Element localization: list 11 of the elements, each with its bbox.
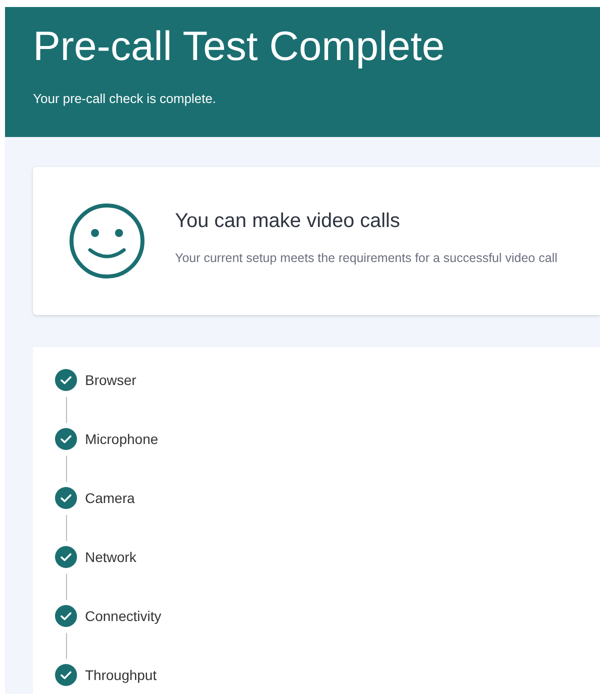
result-message: Your current setup meets the requirements for a successful video call [175,250,558,264]
smiley-face-icon [69,203,145,279]
page-title: Pre-call Test Complete [33,22,446,71]
step-label: Microphone [85,431,158,447]
page-subtitle: Your pre-call check is complete. [33,91,216,106]
step-label: Camera [85,490,135,506]
step-label: Throughput [85,667,157,683]
result-title: You can make video calls [175,210,401,232]
step-label: Browser [85,372,136,388]
step-label: Network [85,549,136,565]
step-label: Connectivity [85,608,162,624]
